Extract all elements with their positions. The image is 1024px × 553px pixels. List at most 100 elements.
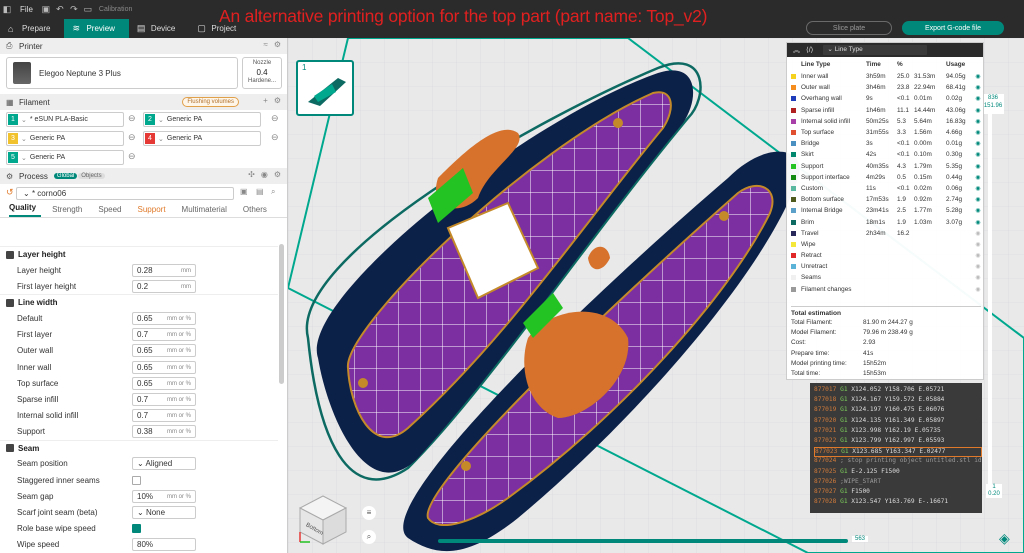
line-type-row[interactable]: Bridge 3s <0.1 0.00m 0.01g ◉	[791, 138, 983, 149]
line-type-row[interactable]: Skirt 42s <0.1 0.10m 0.30g ◉	[791, 149, 983, 160]
visibility-eye-icon[interactable]: ◉	[974, 185, 982, 192]
save-icon[interactable]: ▣	[39, 4, 53, 15]
filament-slot-5[interactable]: 5 ⌄ Generic PA	[6, 150, 124, 165]
visibility-eye-icon[interactable]: ◉	[974, 163, 982, 170]
support-width-input[interactable]: 0.38 mm or %	[132, 425, 196, 439]
flushing-volumes-button[interactable]: Flushing volumes	[182, 97, 239, 107]
view-type-select[interactable]: ⌄ Line Type	[823, 45, 928, 55]
sparse-infill-width-input[interactable]: 0.7 mm or %	[132, 392, 196, 406]
visibility-eye-icon[interactable]: ◉	[974, 274, 982, 281]
tab-support[interactable]: Support	[138, 205, 171, 217]
navigation-cube[interactable]: Bottom	[296, 492, 350, 546]
line-type-row[interactable]: Sparse infill 1h46m 11.1 14.44m 43.06g ◉	[791, 105, 983, 116]
line-type-row[interactable]: Outer wall 3h46m 23.8 22.94m 68.41g ◉	[791, 82, 983, 93]
layer-height-input[interactable]: 0.28 mm	[132, 263, 196, 277]
reset-icon[interactable]: ↺	[6, 187, 14, 198]
filament-slot-2[interactable]: 2 ⌄ Generic PA	[143, 112, 261, 127]
seam-gap-input[interactable]: 10% mm or %	[132, 489, 196, 503]
visibility-eye-icon[interactable]: ◉	[974, 118, 982, 125]
layers-toggle-icon[interactable]: ◈	[999, 530, 1015, 546]
printer-select[interactable]: Elegoo Neptune 3 Plus	[6, 57, 238, 89]
redo-icon[interactable]: ↷	[67, 4, 81, 15]
line-type-row[interactable]: Wipe ◉	[791, 239, 983, 250]
menu-icon[interactable]: ≡	[362, 506, 376, 520]
visibility-eye-icon[interactable]: ◉	[974, 196, 982, 203]
top-surface-width-input[interactable]: 0.65 mm or %	[132, 376, 196, 390]
zoom-icon[interactable]: ⌕	[362, 530, 376, 544]
tab-prepare[interactable]: ⌂ Prepare	[0, 19, 64, 38]
slice-plate-button[interactable]: Slice plate	[806, 21, 892, 35]
layer-slider-top[interactable]: 836 151.96	[982, 94, 1004, 114]
line-type-row[interactable]: Inner wall 3h59m 25.0 31.53m 94.05g ◉	[791, 71, 983, 82]
seam-position-select[interactable]: ⌄ Aligned	[132, 457, 196, 471]
visibility-eye-icon[interactable]: ◉	[974, 129, 982, 136]
tag-global[interactable]: Global	[53, 173, 78, 179]
visibility-eye-icon[interactable]: ◉	[974, 286, 982, 293]
process-preset-select[interactable]: ⌄ * corno06	[16, 187, 234, 200]
filament-slot-4[interactable]: 4 ⌄ Generic PA	[143, 131, 261, 146]
line-type-row[interactable]: Seams ◉	[791, 272, 983, 283]
line-type-row[interactable]: Support 40m35s 4.3 1.79m 5.35g ◉	[791, 161, 983, 172]
collapse-icon[interactable]: ︽	[793, 45, 800, 55]
filament-slot-3[interactable]: 3 ⌄ Generic PA	[6, 131, 124, 146]
line-type-row[interactable]: Top surface 31m55s 3.3 1.56m 4.66g ◉	[791, 127, 983, 138]
first-layer-width-input[interactable]: 0.7 mm or %	[132, 328, 196, 342]
gcode-console[interactable]: 877017 G1 X124.052 Y158.706 E.05721 87701…	[810, 383, 982, 513]
staggered-inner-seams-checkbox[interactable]	[132, 475, 141, 485]
line-type-row[interactable]: Support interface 4m29s 0.5 0.15m 0.44g ◉	[791, 172, 983, 183]
edit-filament-icon[interactable]: ⊖	[128, 151, 136, 162]
visibility-eye-icon[interactable]: ◉	[974, 151, 982, 158]
line-type-row[interactable]: Unretract ◉	[791, 261, 983, 272]
settings-icon[interactable]: ⚙	[274, 40, 281, 49]
visibility-eye-icon[interactable]: ◉	[974, 241, 982, 248]
undo-icon[interactable]: ↶	[53, 4, 67, 15]
line-type-row[interactable]: Filament changes ◉	[791, 284, 983, 295]
inner-wall-width-input[interactable]: 0.65 mm or %	[132, 360, 196, 374]
line-type-row[interactable]: Brim 18m1s 1.9 1.03m 3.07g ◉	[791, 216, 983, 227]
tag-objects[interactable]: Objects	[78, 173, 105, 179]
visibility-eye-icon[interactable]: ◉	[974, 84, 982, 91]
line-type-row[interactable]: Travel 2h34m 16.2 ◉	[791, 228, 983, 239]
visibility-eye-icon[interactable]: ◉	[974, 207, 982, 214]
line-type-row[interactable]: Custom 11s <0.1 0.02m 0.06g ◉	[791, 183, 983, 194]
line-type-row[interactable]: Retract ◉	[791, 250, 983, 261]
add-filament-icon[interactable]: +	[263, 96, 268, 105]
visibility-eye-icon[interactable]: ◉	[974, 140, 982, 147]
export-gcode-button[interactable]: Export G-code file	[902, 21, 1004, 35]
line-type-row[interactable]: Overhang wall 9s <0.1 0.01m 0.02g ◉	[791, 93, 983, 104]
layer-slider-bottom[interactable]: 1 0.20	[986, 484, 1002, 498]
menu-file[interactable]: File	[14, 5, 39, 14]
edit-filament-icon[interactable]: ⊖	[271, 132, 279, 143]
line-type-row[interactable]: Internal Bridge 23m41s 2.5 1.77m 5.28g ◉	[791, 205, 983, 216]
visibility-eye-icon[interactable]: ◉	[974, 252, 982, 259]
tab-device[interactable]: ▤ Device	[129, 19, 189, 38]
plate-thumbnail[interactable]: 1	[296, 60, 354, 116]
visibility-eye-icon[interactable]: ◉	[974, 107, 982, 114]
outer-wall-width-input[interactable]: 0.65 mm or %	[132, 344, 196, 358]
settings-scrollbar[interactable]	[279, 244, 284, 384]
tab-speed[interactable]: Speed	[98, 205, 126, 217]
visibility-eye-icon[interactable]: ◉	[974, 230, 982, 237]
line-type-row[interactable]: Bottom surface 17m53s 1.9 0.92m 2.74g ◉	[791, 194, 983, 205]
line-type-row[interactable]: Internal solid infill 50m25s 5.3 5.64m 16.83…	[791, 116, 983, 127]
filament-slot-1[interactable]: 1 ⌄ * eSUN PLA-Basic	[6, 112, 124, 127]
wipe-speed-input[interactable]: 80%	[132, 538, 196, 552]
search-icon[interactable]: ⌕	[271, 187, 275, 197]
role-base-wipe-speed-checkbox[interactable]	[132, 524, 141, 534]
filament-settings-icon[interactable]: ⚙	[274, 96, 281, 105]
default-width-input[interactable]: 0.65 mm or %	[132, 311, 196, 325]
layer-slider-track[interactable]	[988, 108, 992, 498]
settings-icon[interactable]: ⚙	[274, 170, 281, 179]
edit-filament-icon[interactable]: ⊖	[128, 113, 136, 124]
visibility-eye-icon[interactable]: ◉	[974, 219, 982, 226]
visibility-eye-icon[interactable]: ◉	[974, 174, 982, 181]
code-icon[interactable]: ⟨/⟩	[806, 46, 813, 54]
visibility-eye-icon[interactable]: ◉	[974, 95, 982, 102]
visibility-eye-icon[interactable]: ◉	[974, 73, 982, 80]
tab-others[interactable]: Others	[243, 205, 272, 217]
internal-solid-infill-width-input[interactable]: 0.7 mm or %	[132, 409, 196, 423]
tab-multimaterial[interactable]: Multimaterial	[182, 205, 232, 217]
tab-quality[interactable]: Quality	[9, 203, 42, 217]
edit-filament-icon[interactable]: ⊖	[271, 113, 279, 124]
scarf-joint-seam-select[interactable]: ⌄ None	[132, 506, 196, 520]
